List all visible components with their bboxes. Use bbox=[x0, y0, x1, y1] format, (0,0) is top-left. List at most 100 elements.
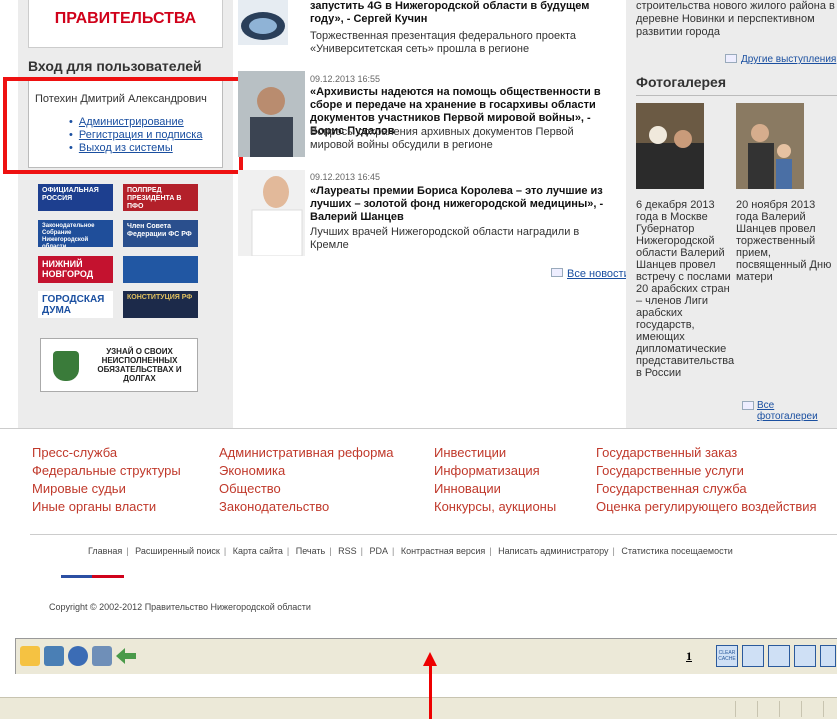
all-photos-link[interactable]: Все фотогалереи bbox=[757, 400, 837, 422]
banner-city-duma[interactable]: ГОРОДСКАЯ ДУМА bbox=[38, 291, 113, 318]
footer-column-2: Административная реформа Экономика Общес… bbox=[219, 444, 394, 516]
bottom-link-pda[interactable]: PDA bbox=[369, 546, 388, 556]
bottom-link-rss[interactable]: RSS bbox=[338, 546, 357, 556]
banner-presidential-envoy[interactable]: ПОЛПРЕД ПРЕЗИДЕНТА В ПФО bbox=[123, 184, 198, 211]
back-arrow-icon[interactable] bbox=[116, 648, 136, 664]
news-image-4g[interactable] bbox=[238, 0, 288, 45]
status-divider bbox=[823, 701, 824, 717]
4g-logo-icon bbox=[241, 12, 285, 40]
bottom-link-home[interactable]: Главная bbox=[88, 546, 122, 556]
news-desc-2: Вопросы сохранения архивных документов П… bbox=[310, 126, 574, 151]
gallery-caption-2[interactable]: 20 ноября 2013 года Валерий Шанцев прове… bbox=[736, 199, 834, 283]
banner-bailiff-service[interactable]: УЗНАЙ О СВОИХ НЕИСПОЛНЕННЫХ ОБЯЗАТЕЛЬСТВ… bbox=[40, 338, 198, 392]
layout-2-button[interactable] bbox=[768, 645, 790, 667]
clear-cache-button[interactable]: CLEAR CACHE bbox=[716, 645, 738, 667]
footer-link-federal[interactable]: Федеральные структуры bbox=[32, 462, 181, 480]
meeting-photo-icon bbox=[636, 103, 704, 189]
footer-link-admin-reform[interactable]: Административная реформа bbox=[219, 444, 394, 462]
gallery-divider bbox=[636, 95, 837, 96]
gallery-photo-2[interactable] bbox=[736, 103, 804, 189]
footer-link-tenders[interactable]: Конкурсы, аукционы bbox=[434, 498, 556, 516]
banner-nizhny-novgorod[interactable]: НИЖНИЙ НОВГОРОД bbox=[38, 256, 113, 283]
annotation-arrow-head bbox=[423, 652, 437, 666]
footer-column-3: Инвестиции Информатизация Инновации Конк… bbox=[434, 444, 556, 516]
other-speeches-icon bbox=[725, 54, 737, 63]
status-bar bbox=[0, 697, 837, 719]
bottom-link-write-admin[interactable]: Написать администратору bbox=[498, 546, 608, 556]
footer-link-investments[interactable]: Инвестиции bbox=[434, 444, 556, 462]
flag-stripe-white bbox=[30, 575, 61, 578]
footer-link-informatization[interactable]: Информатизация bbox=[434, 462, 556, 480]
status-divider bbox=[735, 701, 736, 717]
all-photos-icon bbox=[742, 401, 754, 410]
government-logo-box[interactable]: ПРАВИТЕЛЬСТВА bbox=[28, 0, 223, 48]
news-desc-3: Лучших врачей Нижегородской области нагр… bbox=[310, 226, 580, 251]
layout-4-button[interactable] bbox=[820, 645, 836, 667]
footer-column-1: Пресс-служба Федеральные структуры Миров… bbox=[32, 444, 181, 516]
bailiff-emblem-icon bbox=[53, 351, 79, 381]
bailiff-banner-text: УЗНАЙ О СВОИХ НЕИСПОЛНЕННЫХ ОБЯЗАТЕЛЬСТВ… bbox=[97, 347, 182, 383]
bottom-link-statistics[interactable]: Статистика посещаемости bbox=[621, 546, 732, 556]
bottom-link-print[interactable]: Печать bbox=[296, 546, 325, 556]
login-title: Вход для пользователей bbox=[28, 58, 202, 74]
bottom-link-sitemap[interactable]: Карта сайта bbox=[233, 546, 283, 556]
page-number[interactable]: 1 bbox=[686, 649, 692, 664]
flag-stripe-red bbox=[92, 575, 124, 578]
footer-link-state-order[interactable]: Государственный заказ bbox=[596, 444, 817, 462]
footer-link-legislation[interactable]: Законодательство bbox=[219, 498, 394, 516]
gallery-title: Фотогалерея bbox=[636, 74, 726, 90]
copyright-text: Copyright © 2002-2012 Правительство Ниже… bbox=[49, 602, 311, 612]
news-desc-1: Торжественная презентация федерального п… bbox=[310, 30, 577, 55]
person-photo-icon bbox=[238, 71, 305, 157]
status-divider bbox=[757, 701, 758, 717]
news-date-3: 09.12.2013 16:45 bbox=[310, 172, 381, 182]
gallery-photo-1[interactable] bbox=[636, 103, 704, 189]
footer-link-civil-service[interactable]: Государственная служба bbox=[596, 480, 817, 498]
banner-legislative-assembly[interactable]: Законодательное Собрание Нижегородской о… bbox=[38, 220, 113, 247]
doctor-photo-icon bbox=[238, 170, 305, 256]
footer-link-press[interactable]: Пресс-служба bbox=[32, 444, 181, 462]
footer-link-society[interactable]: Общество bbox=[219, 480, 394, 498]
footer-link-innovations[interactable]: Инновации bbox=[434, 480, 556, 498]
footer-link-judges[interactable]: Мировые судьи bbox=[32, 480, 181, 498]
other-speeches-link[interactable]: Другие выступления bbox=[741, 54, 836, 65]
left-sidebar: ПРАВИТЕЛЬСТВА Вход для пользователей Пот… bbox=[18, 0, 233, 428]
bottom-nav: Главная | Расширенный поиск | Карта сайта |… bbox=[88, 546, 733, 556]
bottom-divider bbox=[30, 534, 837, 535]
banner-government-link[interactable] bbox=[123, 256, 198, 283]
right-top-text: строительства нового жилого района в дер… bbox=[636, 0, 835, 38]
layout-1-button[interactable] bbox=[742, 645, 764, 667]
bottom-link-contrast[interactable]: Контрастная версия bbox=[401, 546, 485, 556]
reception-photo-icon bbox=[736, 103, 804, 189]
banner-official-russia[interactable]: ОФИЦИАЛЬНАЯ РОССИЯ bbox=[38, 184, 113, 211]
camera-icon[interactable] bbox=[44, 646, 64, 666]
status-divider bbox=[801, 701, 802, 717]
gallery-caption-1[interactable]: 6 декабря 2013 года в Москве Губернатор … bbox=[636, 199, 734, 379]
explorer-icon[interactable] bbox=[20, 646, 40, 666]
bottom-link-advanced-search[interactable]: Расширенный поиск bbox=[135, 546, 220, 556]
users-icon[interactable] bbox=[92, 646, 112, 666]
news-date-2: 09.12.2013 16:55 bbox=[310, 74, 381, 84]
footer-divider bbox=[0, 428, 837, 429]
news-title-1[interactable]: запустить 4G в Нижегородской области в б… bbox=[310, 0, 615, 26]
footer-link-regulatory-impact[interactable]: Оценка регулирующего воздействия bbox=[596, 498, 817, 516]
footer-link-state-services[interactable]: Государственные услуги bbox=[596, 462, 817, 480]
all-news-link[interactable]: Все новости bbox=[567, 268, 630, 280]
status-divider bbox=[779, 701, 780, 717]
banner-constitution[interactable]: КОНСТИТУЦИЯ РФ bbox=[123, 291, 198, 318]
layout-3-button[interactable] bbox=[794, 645, 816, 667]
all-news-icon bbox=[551, 268, 563, 277]
news-image-3[interactable] bbox=[238, 170, 305, 256]
page: ПРАВИТЕЛЬСТВА Вход для пользователей Пот… bbox=[0, 0, 837, 719]
annotation-arrow-line bbox=[429, 665, 432, 719]
highlight-frame bbox=[3, 77, 243, 174]
globe-icon[interactable] bbox=[68, 646, 88, 666]
banner-federation-council[interactable]: Член Совета Федерации ФС РФ bbox=[123, 220, 198, 247]
footer-column-4: Государственный заказ Государственные ус… bbox=[596, 444, 817, 516]
footer-link-other-bodies[interactable]: Иные органы власти bbox=[32, 498, 181, 516]
government-title: ПРАВИТЕЛЬСТВА bbox=[54, 10, 197, 27]
footer-link-economy[interactable]: Экономика bbox=[219, 462, 394, 480]
flag-stripe-blue bbox=[61, 575, 92, 578]
news-image-2[interactable] bbox=[238, 71, 305, 157]
news-title-3[interactable]: «Лауреаты премии Бориса Королева – это л… bbox=[310, 185, 620, 224]
